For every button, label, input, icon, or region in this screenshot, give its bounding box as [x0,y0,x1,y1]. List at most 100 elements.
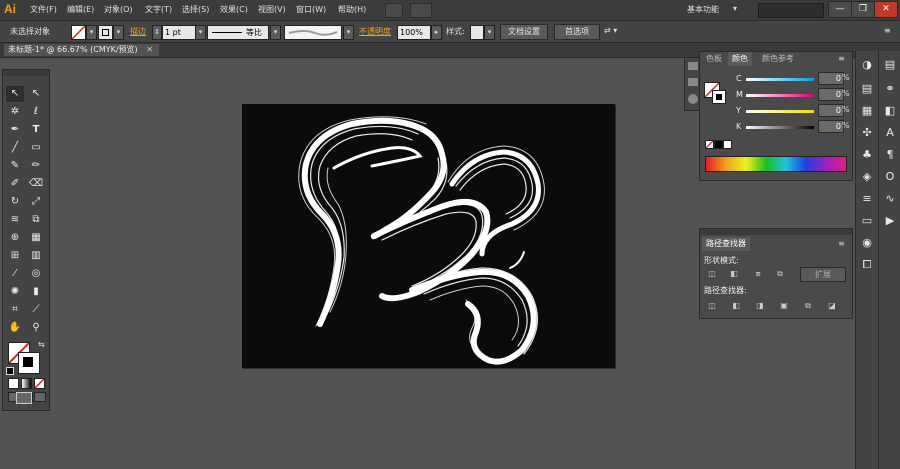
mesh-icon[interactable]: ⊞ [6,248,24,264]
menu-select[interactable]: 选择(S) [182,4,209,15]
stroke-stepper[interactable]: ⇕ [152,25,162,40]
navigator-icon[interactable]: ∿ [882,191,898,207]
merge-icon[interactable]: ◨ [754,301,766,311]
character-icon[interactable]: A [882,125,898,141]
crop-icon[interactable]: ▣ [778,301,790,311]
pencil-icon[interactable]: ✏ [27,158,45,174]
type-tool-icon[interactable]: T [27,122,45,138]
minimize-button[interactable]: — [828,1,852,18]
opacity-input[interactable]: 100% [397,25,431,40]
shape-builder-icon[interactable]: ⊕ [6,230,24,246]
blend-icon[interactable]: ◎ [27,266,45,282]
divide-icon[interactable]: ◫ [706,301,718,311]
exclude-icon[interactable]: ⧉ [774,269,786,279]
workspace-switcher[interactable]: 基本功能 [687,4,719,15]
stroke-dropdown[interactable]: ▾ [113,25,124,40]
cyan-slider[interactable]: C 0 % [700,72,850,86]
links-icon[interactable]: ⚭ [882,81,898,97]
color-mode-icon[interactable] [8,378,19,389]
pen-tool-icon[interactable]: ✒ [6,122,24,138]
eyedropper-icon[interactable]: ⁄ [6,266,24,282]
stroke-panel-icon[interactable]: ≡ [859,191,875,207]
graphic-styles-icon[interactable]: ◈ [859,169,875,185]
default-colors-icon[interactable] [6,367,14,375]
white-swatch[interactable] [723,140,732,149]
arrange-documents-icon[interactable] [410,3,432,18]
artboard[interactable] [242,104,615,368]
tab-swatches[interactable]: 色板 [702,52,726,66]
stroke-weight-dropdown[interactable]: ▾ [195,25,206,40]
screen-mode-icon[interactable] [16,392,32,404]
graphic-style-swatch[interactable] [470,25,484,40]
none-swatch[interactable] [705,140,714,149]
bridge-icon[interactable] [385,3,403,18]
transparency-icon[interactable]: ◉ [859,235,875,251]
minus-front-icon[interactable]: ◧ [728,269,740,279]
hand-tool-icon[interactable]: ✋ [6,320,24,336]
panel-icon[interactable] [688,78,698,86]
stroke-color-icon[interactable] [18,352,40,374]
draw-inside-icon[interactable] [34,392,46,402]
style-dropdown[interactable]: ▾ [484,25,495,40]
menu-window[interactable]: 窗口(W) [296,4,326,15]
symbol-sprayer-icon[interactable]: ✺ [6,284,24,300]
menu-effect[interactable]: 效果(C) [220,4,248,15]
menu-type[interactable]: 文字(T) [145,4,172,15]
close-button[interactable]: ✕ [874,1,898,18]
arrange-icon[interactable]: ⇄ ▾ [604,26,617,35]
paintbrush-icon[interactable]: ✎ [6,158,24,174]
selection-tool-icon[interactable]: ↖ [6,86,24,102]
tab-color-guide[interactable]: 颜色参考 [758,52,798,66]
opentype-icon[interactable]: O [882,169,898,185]
panel-header[interactable] [700,229,852,235]
black-swatch[interactable] [714,140,723,149]
outline-icon[interactable]: ⧉ [802,301,814,311]
scale-icon[interactable]: ⤢ [27,194,45,210]
tab-color[interactable]: 颜色 [728,52,752,66]
rectangle-tool-icon[interactable]: ▭ [27,140,45,156]
eraser-icon[interactable]: ⌫ [27,176,45,192]
magenta-slider[interactable]: M 0 % [700,88,850,102]
panel-menu-icon[interactable]: ≡ [884,26,891,35]
tab-pathfinder[interactable]: 路径查找器 [702,237,750,251]
none-mode-icon[interactable] [34,378,45,389]
opacity-label[interactable]: 不透明度 [359,26,391,37]
blob-brush-icon[interactable]: ✐ [6,176,24,192]
document-setup-button[interactable]: 文档设置 [500,24,548,40]
fill-dropdown[interactable]: ▾ [86,25,97,40]
trim-icon[interactable]: ◧ [730,301,742,311]
opacity-dropdown[interactable]: ▸ [431,25,442,40]
panel-menu-icon[interactable]: ≡ [838,239,845,248]
brushes-icon[interactable]: ✣ [859,125,875,141]
color-guide-icon[interactable]: ▤ [859,81,875,97]
menu-edit[interactable]: 编辑(E) [67,4,94,15]
brush-definition[interactable] [284,25,342,40]
menu-help[interactable]: 帮助(H) [338,4,366,15]
expand-button[interactable]: 扩展 [800,267,846,282]
intersect-icon[interactable]: ⧈ [752,269,764,279]
unite-icon[interactable]: ◫ [706,269,718,279]
lasso-icon[interactable]: ℓ [27,104,45,120]
slice-tool-icon[interactable]: ⟋ [27,302,45,318]
perspective-grid-icon[interactable]: ▦ [27,230,45,246]
panel-menu-icon[interactable]: ≡ [838,54,845,63]
brush-dropdown[interactable]: ▾ [343,25,354,40]
minus-back-icon[interactable]: ◪ [826,301,838,311]
magic-wand-icon[interactable]: ✲ [6,104,24,120]
chevron-down-icon[interactable]: ▾ [733,4,737,13]
line-tool-icon[interactable]: ╱ [6,140,24,156]
variable-width-profile[interactable]: 等比 [207,25,269,40]
color-spectrum[interactable] [705,156,847,172]
artboards-icon[interactable]: ◧ [882,103,898,119]
rotate-icon[interactable]: ↻ [6,194,24,210]
gradient-panel-icon[interactable]: ▭ [859,213,875,229]
tools-panel-header[interactable] [3,70,49,76]
menu-view[interactable]: 视图(V) [258,4,286,15]
yellow-slider[interactable]: Y 0 % [700,104,850,118]
stroke-swatch[interactable] [98,25,113,40]
direct-selection-icon[interactable]: ↖ [27,86,45,102]
swatches-icon[interactable]: ▦ [859,103,875,119]
close-tab-icon[interactable]: ✕ [146,45,153,54]
color-panel-icon[interactable]: ◑ [859,57,875,73]
menu-object[interactable]: 对象(O) [104,4,133,15]
